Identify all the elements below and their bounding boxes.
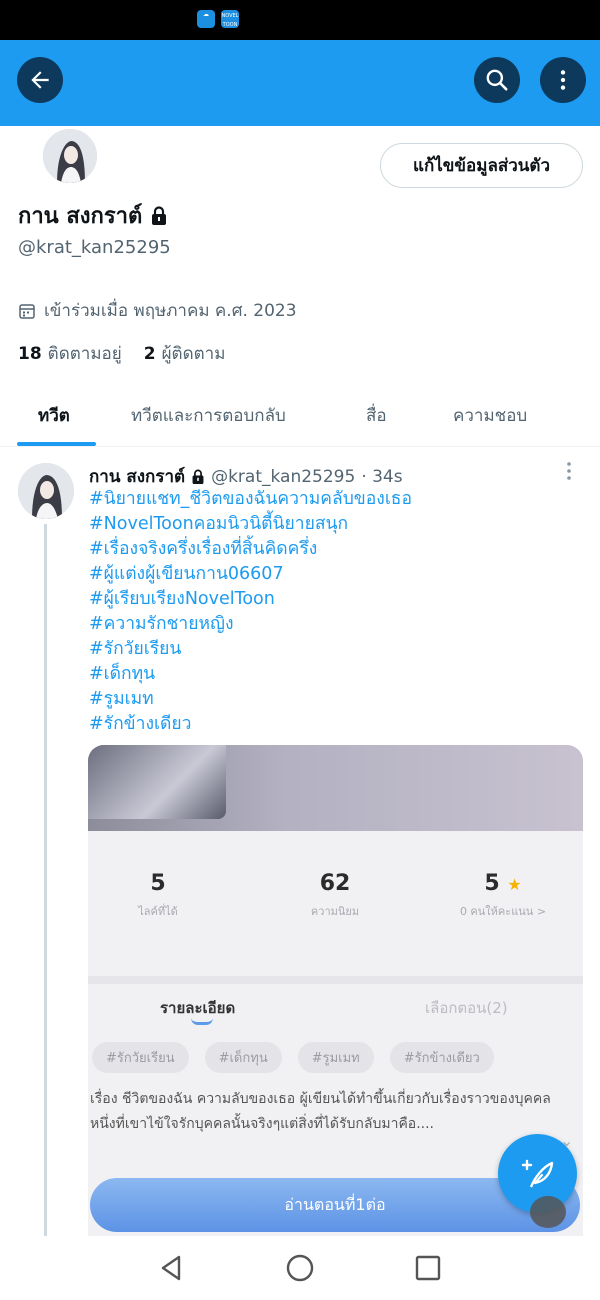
profile-handle: @krat_kan25295 — [18, 237, 171, 258]
arrow-left-icon — [31, 71, 49, 89]
cloud-app-icon: ☁ — [197, 10, 215, 28]
lock-icon — [152, 205, 167, 225]
media-tab-details: รายละเอียด — [160, 999, 236, 1017]
lock-icon — [192, 469, 204, 484]
media-synopsis: เรื่อง ชีวิตของฉัน ความลับของเธอ ผู้เขีย… — [90, 1091, 551, 1132]
hashtag-link[interactable]: #รักวัยเรียน — [89, 637, 589, 662]
tab-tweets[interactable]: ทวีต — [38, 402, 70, 429]
noveltoon-app-icon: NOVEL TOON — [221, 10, 239, 28]
hashtag-link[interactable]: #รักข้างเดียว — [89, 712, 589, 737]
following-link[interactable]: 18 ติดตามอยู่ — [18, 340, 122, 367]
tweet-more-button[interactable] — [562, 460, 576, 487]
hashtag-link[interactable]: #NovelToonคอมนิวนิตี้นิยายสนุก — [89, 512, 589, 537]
media-tab-chapters: เลือกตอน(2) — [425, 999, 508, 1017]
nav-recents-button[interactable] — [412, 1252, 444, 1284]
more-button[interactable] — [540, 57, 586, 103]
likes-stat: 5 ไลค์ที่ได้ — [138, 871, 178, 918]
compose-feather-icon — [521, 1159, 553, 1187]
tag-chip: #รูมเมท — [297, 1042, 374, 1073]
media-tab-indicator — [191, 1018, 213, 1025]
popularity-stat: 62 ความนิยม — [310, 871, 360, 918]
home-circle-icon — [286, 1254, 314, 1282]
tag-chip: #รักข้างเดียว — [389, 1042, 494, 1073]
profile-tabs: ทวีต ทวีตและการตอบกลับ สื่อ ความชอบ — [0, 385, 600, 447]
app-bar — [0, 40, 600, 126]
hashtag-link[interactable]: #ความรักชายหญิง — [89, 612, 589, 637]
followers-link[interactable]: 2 ผู้ติดตาม — [144, 340, 226, 367]
media-tag-chips: #รักวัยเรียน #เด็กทุน #รูมเมท #รักข้างเด… — [92, 1042, 494, 1073]
tab-tweets-replies[interactable]: ทวีตและการตอบกลับ — [131, 402, 286, 429]
search-icon — [486, 69, 508, 91]
hashtag-link[interactable]: #เด็กทุน — [89, 662, 589, 687]
tab-media[interactable]: สื่อ — [366, 402, 387, 429]
joined-date: เข้าร่วมเมื่อ พฤษภาคม ค.ศ. 2023 — [18, 297, 297, 324]
joined-text: เข้าร่วมเมื่อ พฤษภาคม ค.ศ. 2023 — [44, 301, 297, 321]
nav-home-button[interactable] — [284, 1252, 316, 1284]
more-vertical-icon — [567, 462, 571, 480]
edit-profile-button[interactable]: แก้ไขข้อมูลส่วนตัว — [380, 143, 583, 188]
tweet-time: · 34s — [361, 466, 403, 487]
nav-back-button[interactable] — [155, 1252, 187, 1284]
tab-likes[interactable]: ความชอบ — [453, 402, 527, 429]
tag-chip: #เด็กทุน — [204, 1042, 282, 1073]
status-bar: ☁ NOVEL TOON — [0, 0, 600, 40]
star-icon: ★ — [507, 875, 522, 894]
tweet-author-handle[interactable]: @krat_kan25295 — [211, 467, 355, 487]
tag-chip: #รักวัยเรียน — [92, 1042, 189, 1073]
hashtag-link[interactable]: #ผู้เรียบเรียงNovelToon — [89, 587, 589, 612]
hashtag-link[interactable]: #ผู้แต่งผู้เขียนกาน06607 — [89, 562, 589, 587]
hashtag-link[interactable]: #รูมเมท — [89, 687, 589, 712]
tweet-avatar[interactable] — [18, 463, 74, 519]
back-triangle-icon — [161, 1255, 181, 1281]
back-button[interactable] — [17, 57, 63, 103]
media-divider — [88, 976, 583, 984]
tweet-hashtags: #นิยายแชท_ชีวิตของฉันความคลับของเธอ #Nov… — [89, 487, 589, 737]
profile-name-text: กาน สงกราต์ — [18, 204, 143, 229]
more-vertical-icon — [560, 70, 566, 90]
profile-name: กาน สงกราต์ — [18, 198, 168, 233]
recents-square-icon — [415, 1255, 441, 1281]
calendar-icon — [19, 303, 35, 319]
system-nav-bar — [0, 1236, 600, 1300]
mute-video-icon[interactable] — [530, 1196, 566, 1228]
hashtag-link[interactable]: #นิยายแชท_ชีวิตของฉันความคลับของเธอ — [89, 487, 589, 512]
tab-indicator — [17, 442, 96, 446]
follow-stats: 18 ติดตามอยู่ 2 ผู้ติดตาม — [18, 340, 225, 367]
profile-avatar[interactable] — [40, 126, 100, 186]
thread-line — [44, 524, 47, 1236]
tweet-header: กาน สงกราต์ @krat_kan25295 · 34s — [89, 463, 403, 490]
search-button[interactable] — [474, 57, 520, 103]
rating-stat: 5 ★ 0 คนให้คะแนน > — [459, 871, 547, 918]
hashtag-link[interactable]: #เรื่องจริงครึ่งเรื่องที่สิ้นคิดครึ่ง — [89, 537, 589, 562]
tweet-author-name[interactable]: กาน สงกราต์ — [89, 463, 185, 490]
book-cover-image — [88, 745, 226, 819]
